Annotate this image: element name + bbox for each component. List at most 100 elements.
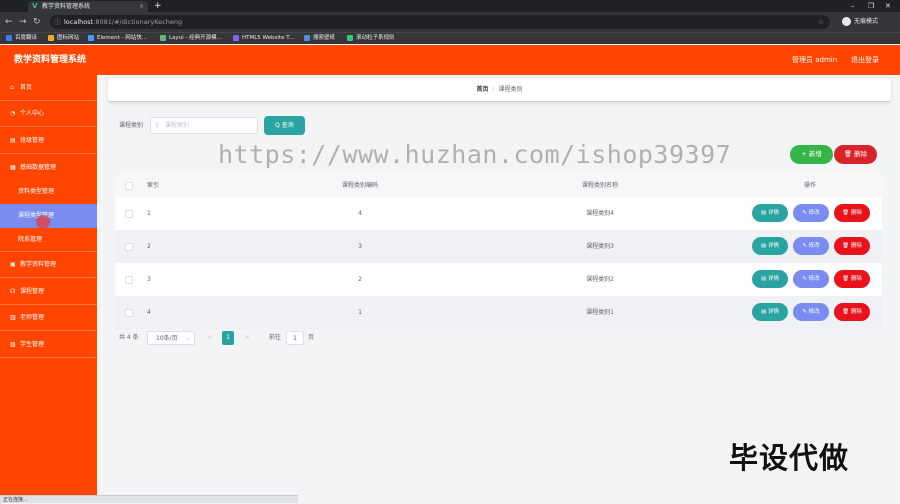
edit-label: 修改 (808, 243, 820, 249)
page-size-select[interactable]: 10条/页 ⌄ (147, 331, 195, 345)
sidebar-item-label: 个人中心 (20, 110, 45, 117)
restore-icon[interactable]: ❐ (868, 0, 874, 12)
edit-button[interactable]: ✎ 修改 (793, 237, 829, 255)
watermark-url: https://www.huzhan.com/ishop39397 (218, 140, 732, 169)
sidebar: ⌂ 首页 ◔ 个人中心 ▤ 班级管理 ▦ 基础数据管理 资料类型管理 课程类型管理 院系… (0, 75, 97, 503)
delete-label: 删除 (850, 309, 862, 315)
bookmark-icon (48, 34, 54, 41)
app-header: 教学资料管理系统 管理员 admin 退出登录 (0, 45, 900, 75)
header-operation: 操作 (803, 182, 816, 189)
bookmark-icon (347, 34, 353, 41)
row-checkbox[interactable] (125, 209, 133, 218)
bookmark-item[interactable]: Layui - 经典开源模... (160, 33, 222, 44)
sidebar-item-basic-data[interactable]: ▦ 基础数据管理 (0, 155, 97, 181)
back-icon[interactable]: ← (5, 16, 13, 28)
cell-code: 4 (358, 210, 362, 217)
bookmark-icon (304, 34, 310, 41)
bookmark-item[interactable]: 百度翻译 (6, 33, 37, 44)
bookmark-item[interactable]: Element - 网站快... (88, 33, 147, 44)
edit-label: 修改 (808, 309, 820, 315)
bookmark-item[interactable]: 搜索壁纸 (304, 33, 335, 44)
delete-button[interactable]: 🗑 删除 (834, 204, 870, 222)
batch-delete-label: 删除 (854, 150, 868, 158)
cell-code: 2 (358, 276, 362, 283)
sidebar-item-label: 课程管理 (20, 288, 45, 295)
sidebar-item-profile[interactable]: ◔ 个人中心 (0, 101, 97, 127)
search-input[interactable]: ⚲ 课程类别 (150, 117, 258, 134)
cell-name: 课程类别3 (586, 243, 614, 250)
bookmark-label: HTML5 Website T... (242, 35, 295, 41)
add-button[interactable]: + 新增 (790, 145, 833, 164)
new-tab-button[interactable]: + (154, 0, 162, 12)
detail-button[interactable]: ▤ 详情 (752, 204, 788, 222)
site-info-icon[interactable]: ⓘ (54, 15, 61, 29)
sidebar-item-home[interactable]: ⌂ 首页 (0, 75, 97, 101)
bookmark-label: Element - 网站快... (97, 35, 147, 41)
address-bar[interactable]: ⓘ localhost:8081/#/dictionaryKecheng ☆ (50, 15, 830, 29)
page-number-current[interactable]: 1 (222, 331, 234, 345)
delete-label: 删除 (850, 210, 862, 216)
incognito-label: 无痕模式 (854, 18, 879, 25)
edit-button[interactable]: ✎ 修改 (793, 270, 829, 288)
logout-link[interactable]: 退出登录 (851, 45, 879, 75)
detail-button[interactable]: ▤ 详情 (752, 270, 788, 288)
query-button[interactable]: Q 查询 (264, 116, 305, 135)
table-header: 索引 课程类别编码 课程类别名称 操作 (115, 174, 882, 197)
breadcrumb-home[interactable]: 首页 (476, 86, 488, 93)
edit-label: 修改 (808, 276, 820, 282)
search-label: 课程类别 (119, 122, 144, 129)
bookmark-item[interactable]: HTML5 Website T... (233, 33, 294, 44)
goto-page-input[interactable]: 1 (286, 331, 304, 345)
row-checkbox[interactable] (125, 242, 133, 251)
forward-icon[interactable]: → (19, 16, 27, 28)
browser-status-bar: 正在连接... (0, 495, 298, 503)
sidebar-subitem-label: 院系管理 (18, 236, 43, 243)
minimize-icon[interactable]: – (851, 0, 855, 12)
cell-name: 课程类别2 (586, 276, 614, 283)
sidebar-item-materials[interactable]: ▣ 教学资料管理 (0, 252, 97, 278)
sidebar-subitem-department[interactable]: 院系管理 (0, 228, 97, 252)
pagination-total: 共 4 条 (119, 334, 139, 341)
mouse-cursor-highlight (36, 215, 50, 229)
table-row: 3 2 课程类别2 ▤ 详情 ✎ 修改 🗑 删除 (115, 263, 882, 296)
corner-overlay-text: 毕设代做 (729, 441, 850, 475)
tab-close-icon[interactable]: × (139, 1, 144, 12)
admin-label: 管理员 admin (792, 56, 838, 64)
search-placeholder: 课程类别 (165, 122, 190, 129)
bookmark-item[interactable]: 滚动粒子系规则 (347, 33, 395, 44)
detail-button[interactable]: ▤ 详情 (752, 237, 788, 255)
row-checkbox[interactable] (125, 308, 133, 317)
url-path: :8081/#/dictionaryKecheng (93, 18, 183, 26)
browser-toolbar: ← → ↻ ⓘ localhost:8081/#/dictionaryKeche… (0, 12, 900, 32)
sidebar-subitem-material-type[interactable]: 资料类型管理 (0, 180, 97, 204)
select-all-checkbox[interactable] (125, 181, 133, 190)
browser-tab-strip: V 教学资料管理系统 × + – ❐ ✕ (0, 0, 900, 12)
app-title: 教学资料管理系统 (14, 55, 87, 65)
incognito-indicator[interactable]: 无痕模式 (842, 15, 878, 29)
bookmark-star-icon[interactable]: ☆ (818, 15, 824, 29)
table-row: 4 1 课程类别1 ▤ 详情 ✎ 修改 🗑 删除 (115, 296, 882, 329)
reload-icon[interactable]: ↻ (33, 16, 41, 28)
prev-page-button[interactable]: < (204, 331, 216, 345)
edit-button[interactable]: ✎ 修改 (793, 303, 829, 321)
batch-delete-button[interactable]: 🗑 删除 (834, 145, 877, 164)
bookmark-item[interactable]: 图标网站 (48, 33, 79, 44)
row-checkbox[interactable] (125, 275, 133, 284)
edit-button[interactable]: ✎ 修改 (793, 204, 829, 222)
sidebar-item-student[interactable]: ▧ 学生管理 (0, 332, 97, 358)
page-size-value: 10条/页 (156, 335, 178, 342)
vue-logo-icon: V (32, 2, 38, 10)
next-page-button[interactable]: > (241, 331, 253, 345)
bookmark-label: 图标网站 (57, 35, 80, 41)
sidebar-item-course[interactable]: ☊ 课程管理 (0, 279, 97, 305)
detail-button[interactable]: ▤ 详情 (752, 303, 788, 321)
bookmark-label: 百度翻译 (15, 35, 38, 41)
browser-tab[interactable]: V 教学资料管理系统 × (28, 1, 148, 12)
delete-button[interactable]: 🗑 删除 (834, 303, 870, 321)
window-close-icon[interactable]: ✕ (885, 0, 891, 12)
delete-button[interactable]: 🗑 删除 (834, 237, 870, 255)
header-name: 课程类别名称 (581, 182, 618, 189)
sidebar-item-class[interactable]: ▤ 班级管理 (0, 128, 97, 154)
sidebar-item-teacher[interactable]: ▥ 老师管理 (0, 305, 97, 331)
delete-button[interactable]: 🗑 删除 (834, 270, 870, 288)
